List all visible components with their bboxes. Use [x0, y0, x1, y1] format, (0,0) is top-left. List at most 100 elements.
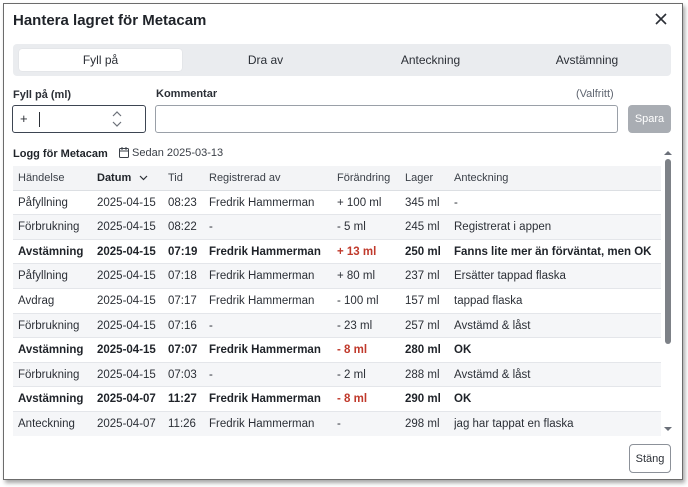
cell-event: Anteckning	[18, 417, 75, 430]
cell-date: 2025-04-15	[97, 294, 156, 307]
log-since: Sedan 2025-03-13	[119, 147, 223, 159]
cell-note: Avstämd & låst	[454, 368, 531, 381]
comment-input[interactable]	[155, 105, 618, 133]
tab-avstamning[interactable]: Avstämning	[507, 49, 667, 71]
cell-note: jag har tappat en flaska	[454, 417, 574, 430]
scrollbar-thumb[interactable]	[665, 159, 671, 344]
cell-event: Förbrukning	[18, 221, 80, 234]
cell-date: 2025-04-15	[97, 270, 156, 283]
cell-stock: 245 ml	[405, 221, 440, 234]
cell-change: - 5 ml	[337, 221, 366, 234]
amount-prefix: +	[20, 111, 28, 126]
close-button[interactable]: Stäng	[629, 444, 671, 473]
cell-note: Registrerat i appen	[454, 221, 552, 234]
cell-change: + 80 ml	[337, 270, 376, 283]
cell-change: + 100 ml	[337, 196, 382, 209]
cell-time: 07:19	[168, 245, 198, 258]
cell-date: 2025-04-15	[97, 221, 156, 234]
cell-change: - 23 ml	[337, 319, 373, 332]
comment-label: Kommentar	[156, 88, 218, 100]
cell-date: 2025-04-15	[97, 196, 156, 209]
cell-change: -	[337, 417, 341, 430]
table-row[interactable]: Förbrukning 2025-04-15 08:22- - 5 ml 245 ml R…	[13, 215, 661, 240]
stepper-arrows-icon[interactable]	[112, 110, 122, 128]
cell-registered-by: -	[209, 221, 213, 234]
cell-event: Avdrag	[18, 294, 55, 307]
table-header: Händelse Datum Tid Registrerad av Föränd…	[13, 166, 661, 191]
table-row[interactable]: Avstämning 2025-04-07 11:27 Fredrik Hammerm…	[13, 387, 661, 412]
cell-stock: 250 ml	[405, 245, 441, 258]
cell-time: 07:03	[168, 368, 197, 381]
cell-event: Förbrukning	[18, 319, 80, 332]
table-row[interactable]: Avstämning 2025-04-15 07:07 Fredrik Hammerm…	[13, 338, 661, 363]
cell-date: 2025-04-07	[97, 417, 156, 430]
cell-note: Avstämd & låst	[454, 319, 531, 332]
cell-registered-by: Fredrik Hammerman	[209, 245, 321, 258]
cell-note: OK	[454, 393, 472, 406]
calendar-icon	[119, 147, 129, 158]
col-header-note[interactable]: Anteckning	[454, 166, 659, 190]
table-row[interactable]: Anteckning 2025-04-07 11:26 Fredrik Hammerm…	[13, 411, 661, 436]
cell-registered-by: Fredrik Hammerman	[209, 196, 315, 209]
scrollbar[interactable]	[663, 147, 673, 437]
cell-event: Påfyllning	[18, 196, 68, 209]
cell-time: 08:22	[168, 221, 197, 234]
cell-event: Avstämning	[18, 393, 84, 406]
cell-time: 07:16	[168, 319, 197, 332]
cell-time: 07:18	[168, 270, 197, 283]
log-since-text: Sedan 2025-03-13	[132, 147, 224, 159]
cell-change: - 100 ml	[337, 294, 379, 307]
log-table: Händelse Datum Tid Registrerad av Föränd…	[13, 166, 661, 436]
table-row[interactable]: Förbrukning 2025-04-15 07:03- - 2 ml 288 ml A…	[13, 362, 661, 388]
cell-registered-by: Fredrik Hammerman	[209, 393, 321, 406]
cell-registered-by: Fredrik Hammerman	[209, 344, 321, 357]
table-row[interactable]: Förbrukning 2025-04-15 07:16- - 23 ml 257 ml…	[13, 313, 661, 339]
cell-change: + 13 ml	[337, 245, 377, 258]
col-header-change[interactable]: Förändring	[337, 166, 403, 190]
col-header-stock[interactable]: Lager	[405, 166, 453, 190]
col-header-event[interactable]: Händelse	[18, 166, 96, 190]
cell-change: - 2 ml	[337, 368, 366, 381]
tab-dra-av[interactable]: Dra av	[184, 49, 347, 71]
col-header-date[interactable]: Datum	[97, 166, 167, 190]
cell-time: 11:27	[168, 393, 197, 406]
cell-note: -	[454, 196, 458, 209]
cell-change: - 8 ml	[337, 344, 368, 357]
cell-note: Fanns lite mer än förväntat, men OK	[454, 245, 652, 258]
tab-anteckning[interactable]: Anteckning	[349, 49, 512, 71]
cell-time: 11:26	[168, 417, 196, 430]
cell-registered-by: Fredrik Hammerman	[209, 417, 315, 430]
cell-change: - 8 ml	[337, 393, 368, 406]
text-caret	[39, 112, 40, 127]
cell-time: 08:23	[168, 196, 197, 209]
table-row[interactable]: Avstämning 2025-04-15 07:19 Fredrik Hammerm…	[13, 240, 661, 265]
amount-stepper[interactable]: +	[12, 105, 146, 133]
cell-stock: 257 ml	[405, 319, 440, 332]
amount-label: Fyll på (ml)	[13, 89, 72, 101]
cell-registered-by: Fredrik Hammerman	[209, 270, 315, 283]
cell-event: Avstämning	[18, 245, 84, 258]
col-header-time[interactable]: Tid	[168, 166, 208, 190]
col-header-date-label: Datum	[97, 172, 132, 184]
save-button[interactable]: Spara	[628, 105, 671, 133]
cell-stock: 288 ml	[405, 368, 440, 381]
cell-time: 07:07	[168, 344, 198, 357]
cell-stock: 157 ml	[405, 294, 440, 307]
tab-fyll-pa[interactable]: Fyll på	[19, 49, 182, 71]
cell-registered-by: -	[209, 368, 213, 381]
close-icon[interactable]	[652, 10, 670, 28]
cell-note: Ersätter tappad flaska	[454, 270, 566, 283]
log-title: Logg för Metacam	[13, 148, 108, 160]
table-row[interactable]: Påfyllning 2025-04-15 07:18 Fredrik Hammerm…	[13, 264, 661, 289]
table-row[interactable]: Avdrag 2025-04-15 07:17 Fredrik Hammerman - …	[13, 289, 661, 314]
cell-event: Avstämning	[18, 344, 84, 357]
col-header-by[interactable]: Registrerad av	[209, 166, 335, 190]
cell-date: 2025-04-07	[97, 393, 156, 406]
scroll-down-icon[interactable]	[664, 426, 672, 432]
inventory-dialog: Hantera lagret för Metacam Fyll på Dra a…	[3, 3, 683, 480]
cell-registered-by: Fredrik Hammerman	[209, 294, 315, 307]
scroll-up-icon[interactable]	[664, 150, 672, 156]
cell-event: Påfyllning	[18, 270, 68, 283]
cell-stock: 290 ml	[405, 393, 441, 406]
table-row[interactable]: Påfyllning 2025-04-15 08:23 Fredrik Hammerm…	[13, 191, 661, 216]
